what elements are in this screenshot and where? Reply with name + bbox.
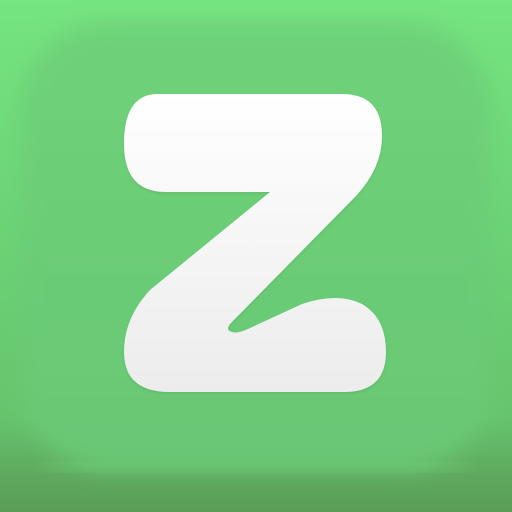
app-icon-graphic [0,0,512,512]
app-icon [0,0,512,512]
icon-bottom-glow [40,462,472,472]
